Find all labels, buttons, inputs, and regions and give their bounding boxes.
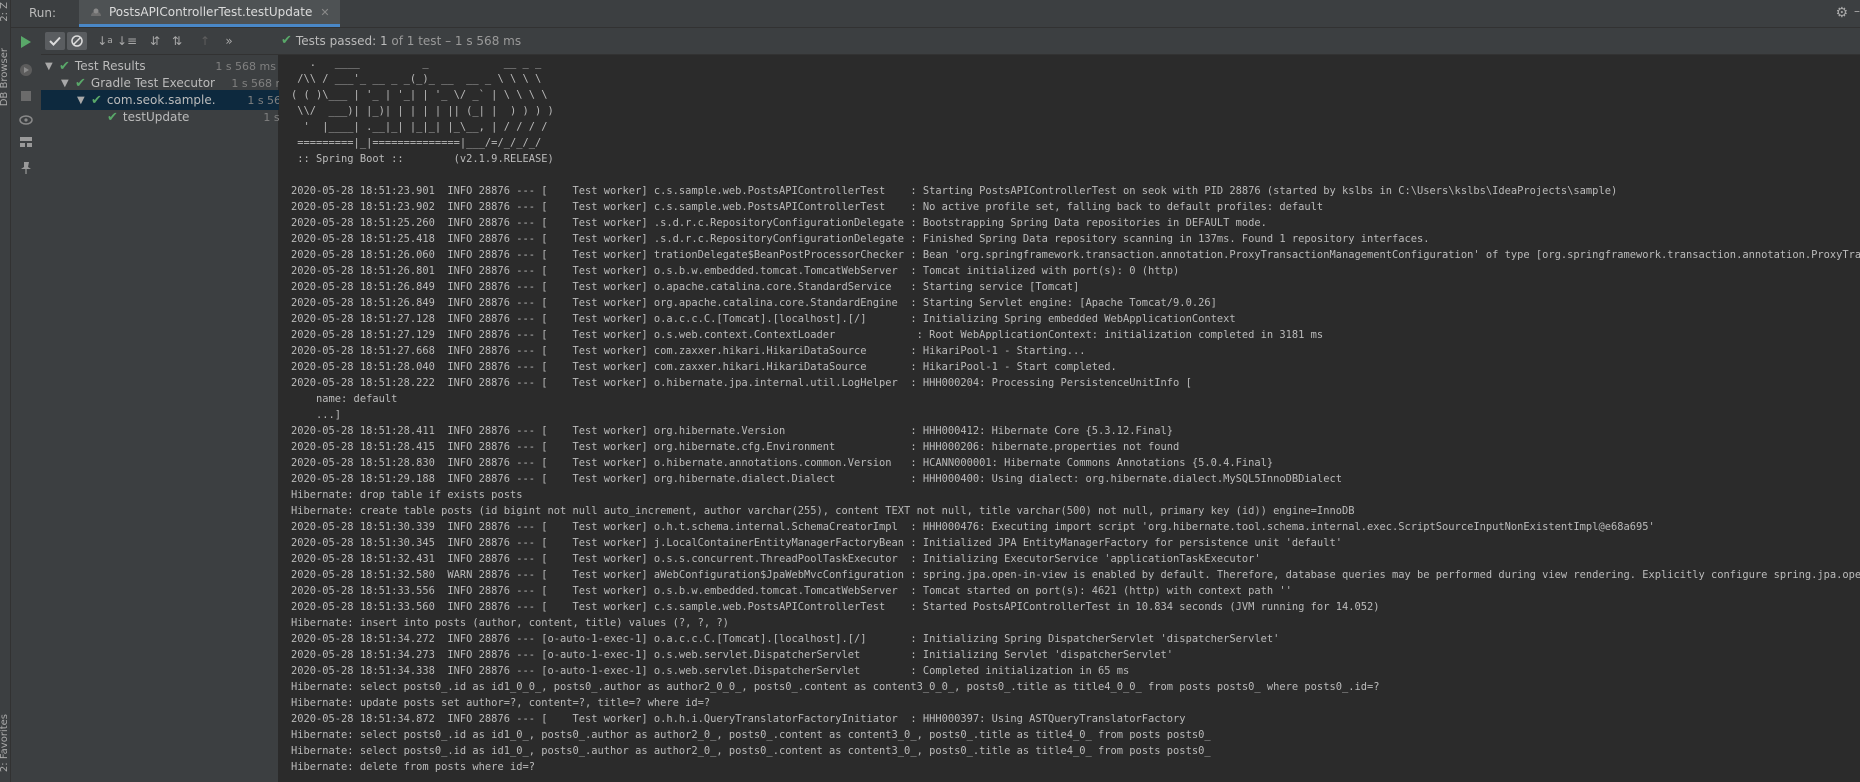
console-line: 2020-05-28 18:51:28.411 INFO 28876 --- [… (291, 425, 1174, 437)
show-passed-icon[interactable] (45, 32, 65, 50)
db-browser-tab[interactable]: DB Browser (0, 48, 10, 106)
tree-node-label: Test Results (74, 59, 146, 73)
tab-title: PostsAPIControllerTest.testUpdate (109, 5, 313, 19)
console-line: 2020-05-28 18:51:34.872 INFO 28876 --- [… (291, 713, 1186, 725)
tree-node-label: com.seok.sample. (106, 93, 216, 107)
console-line: \\/ ___)| |_)| | | | | || (_| | ) ) ) ) (291, 105, 554, 117)
passed-check-icon: ✔ (59, 58, 70, 74)
console-line: Hibernate: select posts0_.id as id1_0_0_… (291, 681, 1380, 693)
console-line: 2020-05-28 18:51:23.901 INFO 28876 --- [… (291, 185, 1618, 197)
console-line: 2020-05-28 18:51:27.668 INFO 28876 --- [… (291, 345, 1086, 357)
console-line: 2020-05-28 18:51:33.560 INFO 28876 --- [… (291, 601, 1380, 613)
pin-icon[interactable] (18, 160, 34, 176)
collapse-all-icon[interactable]: ⇅ (167, 32, 187, 50)
console-line: 2020-05-28 18:51:28.415 INFO 28876 --- [… (291, 441, 1180, 453)
tree-node-label: Gradle Test Executor (90, 76, 215, 90)
console-line: ( ( )\___ | '_ | '_| | '_ \/ _` | \ \ \ … (291, 89, 548, 101)
passed-check-icon: ✔ (91, 92, 102, 108)
console-line: 2020-05-28 18:51:28.222 INFO 28876 --- [… (291, 377, 1192, 389)
tool-window-strip: 2: Z DB Browser 2: Favorites (0, 0, 11, 782)
console-line: 2020-05-28 18:51:30.339 INFO 28876 --- [… (291, 521, 1655, 533)
console-line: Hibernate: update posts set author=?, co… (291, 697, 711, 709)
console-line: 2020-05-28 18:51:33.556 INFO 28876 --- [… (291, 585, 1292, 597)
stop-icon[interactable] (18, 88, 34, 104)
console-line: 2020-05-28 18:51:32.580 WARN 28876 --- [… (291, 569, 1860, 581)
expand-arrow-icon[interactable]: ▼ (45, 61, 55, 72)
console-line: 2020-05-28 18:51:26.801 INFO 28876 --- [… (291, 265, 1180, 277)
console-line: 2020-05-28 18:51:34.273 INFO 28876 --- [… (291, 649, 1174, 661)
view-icon[interactable] (18, 112, 34, 128)
test-toolbar: ↓ a ↓≡ ⇵ ⇅ ↑ » ✔ Tests passed: 1 of 1 tes… (41, 28, 1860, 55)
console-line: 2020-05-28 18:51:34.272 INFO 28876 --- [… (291, 633, 1280, 645)
console-line: =========|_|==============|___/=/_/_/_/ (291, 137, 542, 149)
console-line: 2020-05-28 18:51:32.431 INFO 28876 --- [… (291, 553, 1261, 565)
gear-icon[interactable]: ⚙ (1835, 5, 1848, 21)
console-line: 2020-05-28 18:51:34.338 INFO 28876 --- [… (291, 665, 1130, 677)
console-line: Hibernate: delete from posts where id=? (291, 761, 535, 773)
expand-arrow-icon[interactable]: ▼ (77, 95, 87, 106)
favorites-tab[interactable]: 2: Favorites (0, 714, 10, 772)
console-line: 2020-05-28 18:51:28.040 INFO 28876 --- [… (291, 361, 1117, 373)
test-status: ✔ Tests passed: 1 of 1 test – 1 s 568 ms (281, 33, 521, 48)
status-text: Tests passed: 1 of 1 test – 1 s 568 ms (295, 33, 522, 48)
console-line: Hibernate: select posts0_.id as id1_0_, … (291, 729, 1211, 741)
console-line: . ____ _ __ _ _ (291, 57, 542, 69)
console-line: Hibernate: select posts0_.id as id1_0_, … (291, 745, 1211, 757)
run-left-toolbar (11, 28, 42, 782)
previous-failed-icon[interactable]: ↑ (195, 32, 215, 50)
tab-run-configuration[interactable]: PostsAPIControllerTest.testUpdate ✕ (79, 0, 340, 27)
console-line: 2020-05-28 18:51:26.849 INFO 28876 --- [… (291, 297, 1217, 309)
console-line: name: default (291, 393, 398, 405)
show-ignored-icon[interactable] (67, 32, 87, 50)
console-line: Hibernate: drop table if exists posts (291, 489, 523, 501)
console-line: Hibernate: insert into posts (author, co… (291, 617, 729, 629)
passed-check-icon: ✔ (281, 33, 292, 48)
test-tree: ▼ ✔ Test Results 1 s 568 ms ▼ ✔ Gradle Test Ex… (41, 55, 324, 782)
run-label: Run: (29, 6, 57, 20)
console-line: :: Spring Boot :: (v2.1.9.RELEASE) (291, 153, 554, 165)
structure-tab[interactable]: 2: Z (0, 2, 10, 22)
passed-check-icon: ✔ (107, 109, 118, 125)
console-output[interactable]: . ____ _ __ _ _ /\\ / ___'_ __ _ _(_)_ _… (279, 55, 1860, 782)
expand-all-icon[interactable]: ⇵ (145, 32, 165, 50)
run-header: Run: PostsAPIControllerTest.testUpdate ✕… (11, 0, 1860, 28)
console-lines: . ____ _ __ _ _ /\\ / ___'_ __ _ _(_)_ _… (291, 55, 1860, 775)
rerun-failed-icon[interactable] (18, 62, 34, 78)
console-line: 2020-05-28 18:51:27.128 INFO 28876 --- [… (291, 313, 1236, 325)
console-line: 2020-05-28 18:51:28.830 INFO 28876 --- [… (291, 457, 1274, 469)
expand-arrow-icon[interactable]: ▼ (61, 78, 71, 89)
console-line: 2020-05-28 18:51:23.902 INFO 28876 --- [… (291, 201, 1324, 213)
sort-by-duration-icon[interactable]: ↓≡ (117, 32, 137, 50)
console-line: 2020-05-28 18:51:26.060 INFO 28876 --- [… (291, 249, 1860, 261)
layout-icon[interactable] (18, 134, 34, 150)
console-line: Hibernate: create table posts (id bigint… (291, 505, 1355, 517)
console-line: 2020-05-28 18:51:26.849 INFO 28876 --- [… (291, 281, 1080, 293)
console-line: 2020-05-28 18:51:27.129 INFO 28876 --- [… (291, 329, 1324, 341)
console-line: ...] (291, 409, 342, 421)
rerun-icon[interactable] (18, 34, 34, 50)
console-line: /\\ / ___'_ __ _ _(_)_ __ __ _ \ \ \ \ (291, 73, 542, 85)
console-line: 2020-05-28 18:51:30.345 INFO 28876 --- [… (291, 537, 1342, 549)
close-tab-icon[interactable]: ✕ (320, 6, 329, 19)
console-line: 2020-05-28 18:51:29.188 INFO 28876 --- [… (291, 473, 1342, 485)
minimize-icon[interactable]: – (1854, 4, 1860, 18)
sort-alphabetically-icon[interactable]: ↓ a (95, 32, 115, 50)
tree-node-label: testUpdate (122, 110, 190, 124)
test-config-icon (91, 8, 101, 16)
console-line: 2020-05-28 18:51:25.418 INFO 28876 --- [… (291, 233, 1430, 245)
more-actions-icon[interactable]: » (219, 32, 239, 50)
console-line: ' |____| .__|_| |_|_| |_\__, | / / / / (291, 121, 548, 133)
console-line: 2020-05-28 18:51:25.260 INFO 28876 --- [… (291, 217, 1267, 229)
tree-node-duration: 1 s 568 ms (215, 59, 276, 73)
passed-check-icon: ✔ (75, 75, 86, 91)
